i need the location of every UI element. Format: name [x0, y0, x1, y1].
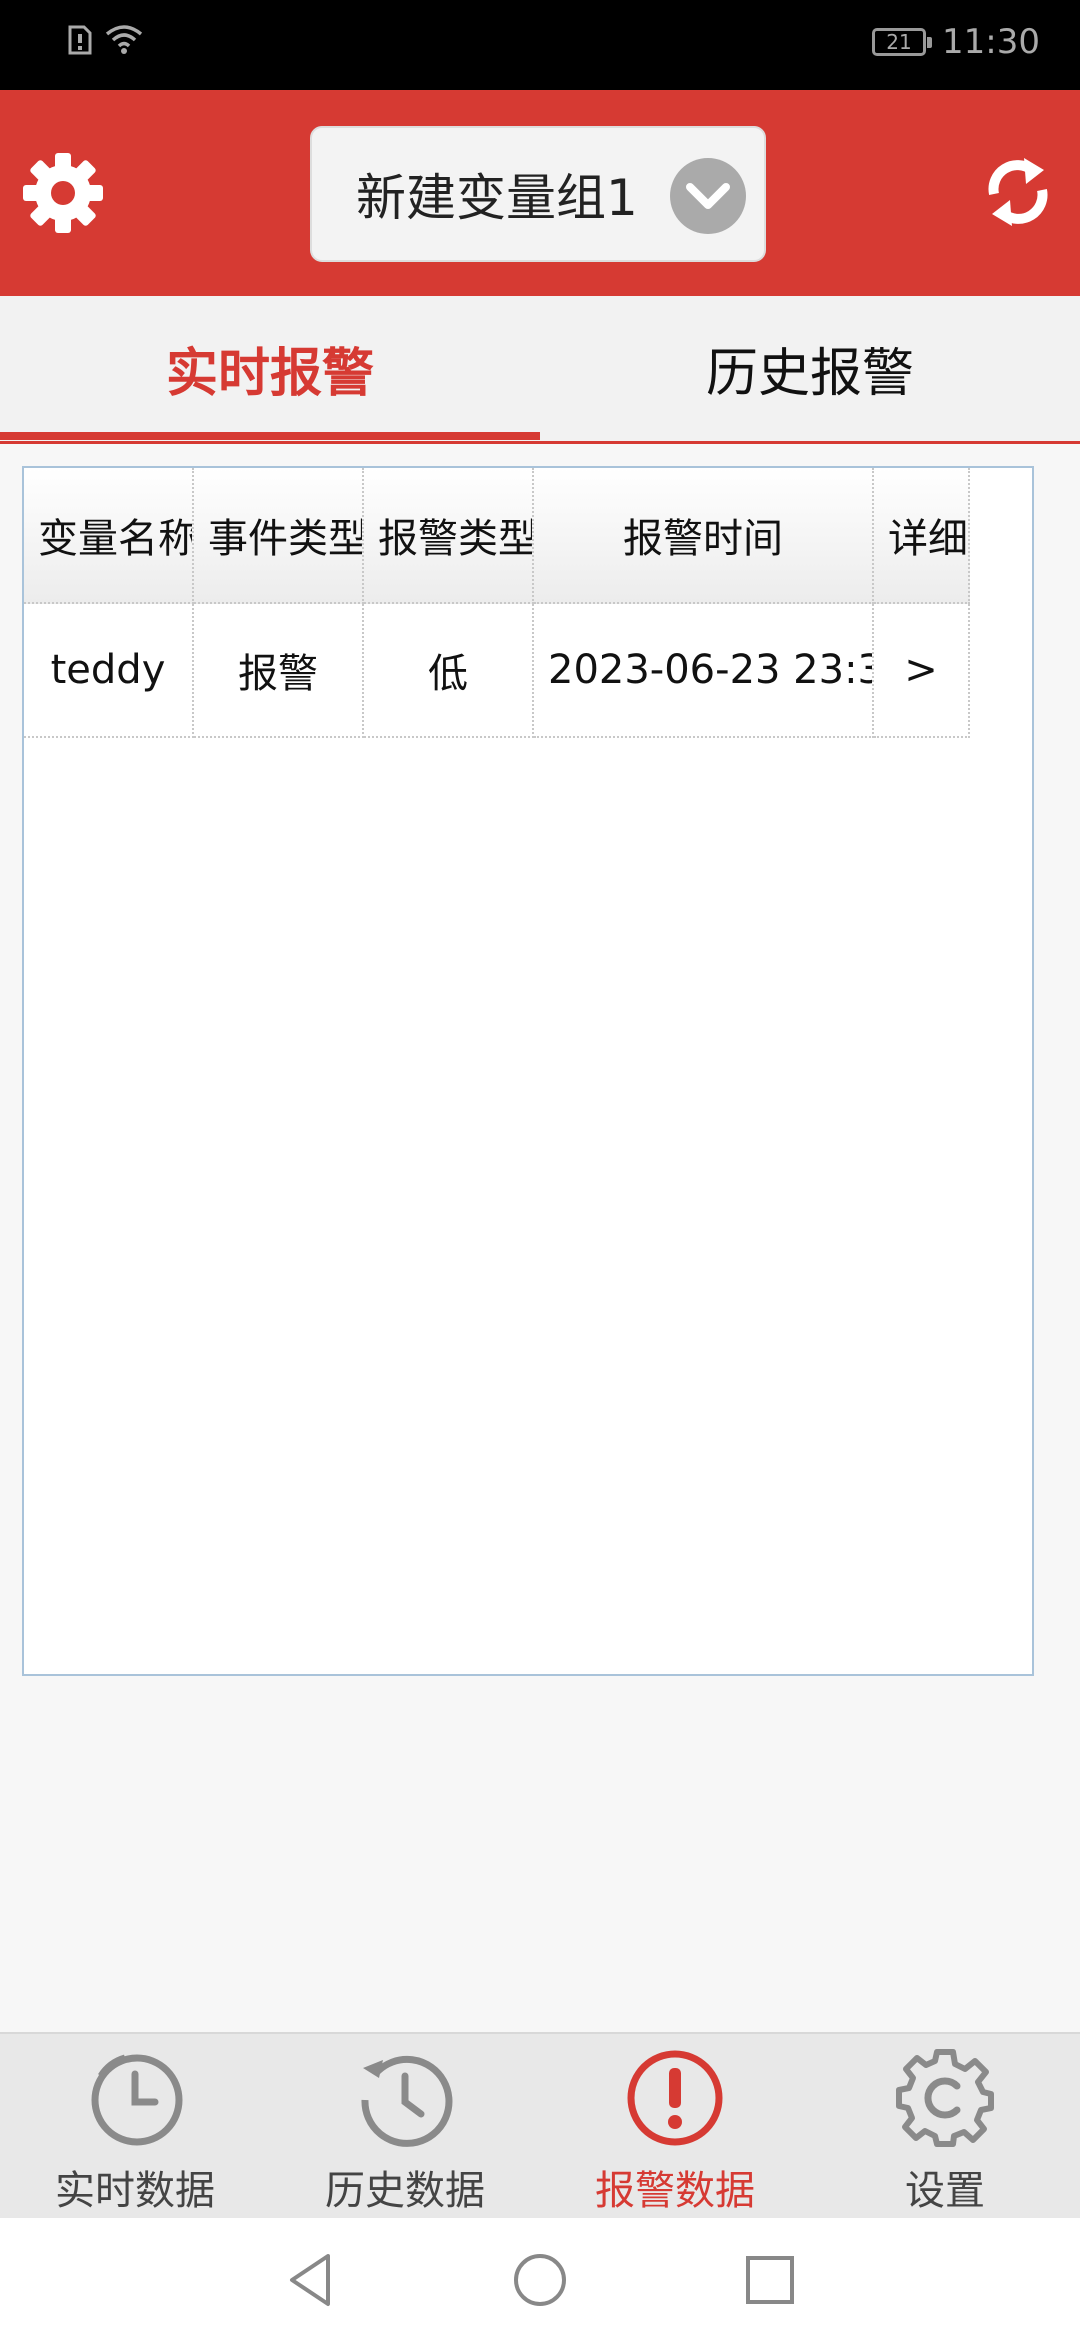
- nav-label-history-data: 历史数据: [325, 2168, 485, 2214]
- column-header-detail: 详细: [874, 468, 970, 604]
- clock-icon: [91, 2054, 183, 2146]
- active-tab-indicator: [0, 432, 540, 440]
- status-bar: 21 11:30: [0, 0, 1080, 90]
- bottom-nav: 实时数据 历史数据 报警数据 设置: [0, 2032, 1080, 2218]
- cell-event-type: 报警: [194, 604, 364, 738]
- column-header-alarm-type: 报警类型: [364, 468, 534, 604]
- nav-label-alarm-data: 报警数据: [595, 2168, 755, 2214]
- alarm-table: 变量名称 事件类型 报警类型 报警时间 详细 teddy 报警 低 2023-0…: [22, 466, 1034, 1676]
- gear-icon: [23, 153, 103, 233]
- system-nav-bar: [0, 2218, 1080, 2340]
- settings-button[interactable]: [20, 150, 106, 236]
- recent-apps-icon[interactable]: [740, 2250, 800, 2310]
- nav-label-realtime-data: 实时数据: [55, 2168, 215, 2214]
- alarm-tabs: 实时报警 历史报警: [0, 296, 1080, 444]
- detail-button[interactable]: >: [874, 604, 970, 738]
- chevron-down-icon: [670, 158, 746, 234]
- app-header: 新建变量组1: [0, 90, 1080, 296]
- status-time: 11:30: [942, 22, 1040, 62]
- battery-icon: 21: [872, 28, 933, 56]
- cell-variable-name: teddy: [24, 604, 194, 738]
- column-header-variable-name: 变量名称: [24, 468, 194, 604]
- variable-group-name: 新建变量组1: [356, 169, 638, 227]
- status-icons-left: [68, 24, 144, 56]
- table-row[interactable]: teddy 报警 低 2023-06-23 23:30 >: [24, 604, 970, 738]
- cell-alarm-type: 低: [364, 604, 534, 738]
- column-header-alarm-time: 报警时间: [534, 468, 874, 604]
- status-icons-right: 21 11:30: [872, 22, 1040, 62]
- refresh-icon: [988, 158, 1048, 226]
- battery-level: 21: [886, 30, 912, 54]
- back-icon[interactable]: [280, 2250, 340, 2310]
- nav-label-settings: 设置: [905, 2168, 985, 2214]
- column-header-event-type: 事件类型: [194, 468, 364, 604]
- nav-item-realtime-data[interactable]: 实时数据: [0, 2034, 270, 2220]
- nav-item-alarm-data[interactable]: 报警数据: [540, 2034, 810, 2220]
- refresh-button[interactable]: [978, 152, 1058, 232]
- variable-group-selector[interactable]: 新建变量组1: [310, 126, 766, 262]
- history-icon: [361, 2055, 453, 2147]
- nav-item-history-data[interactable]: 历史数据: [270, 2034, 540, 2220]
- nav-item-settings[interactable]: 设置: [810, 2034, 1080, 2220]
- alert-icon: [627, 2050, 723, 2146]
- cell-alarm-time: 2023-06-23 23:30: [534, 604, 874, 738]
- wifi-icon: [105, 25, 143, 54]
- home-icon[interactable]: [510, 2250, 570, 2310]
- tab-realtime-alarm[interactable]: 实时报警: [0, 296, 540, 441]
- tab-history-alarm[interactable]: 历史报警: [540, 296, 1080, 441]
- settings-gear-icon: [896, 2049, 994, 2147]
- sim-card-icon: [68, 25, 92, 55]
- table-header-row: 变量名称 事件类型 报警类型 报警时间 详细: [24, 468, 970, 604]
